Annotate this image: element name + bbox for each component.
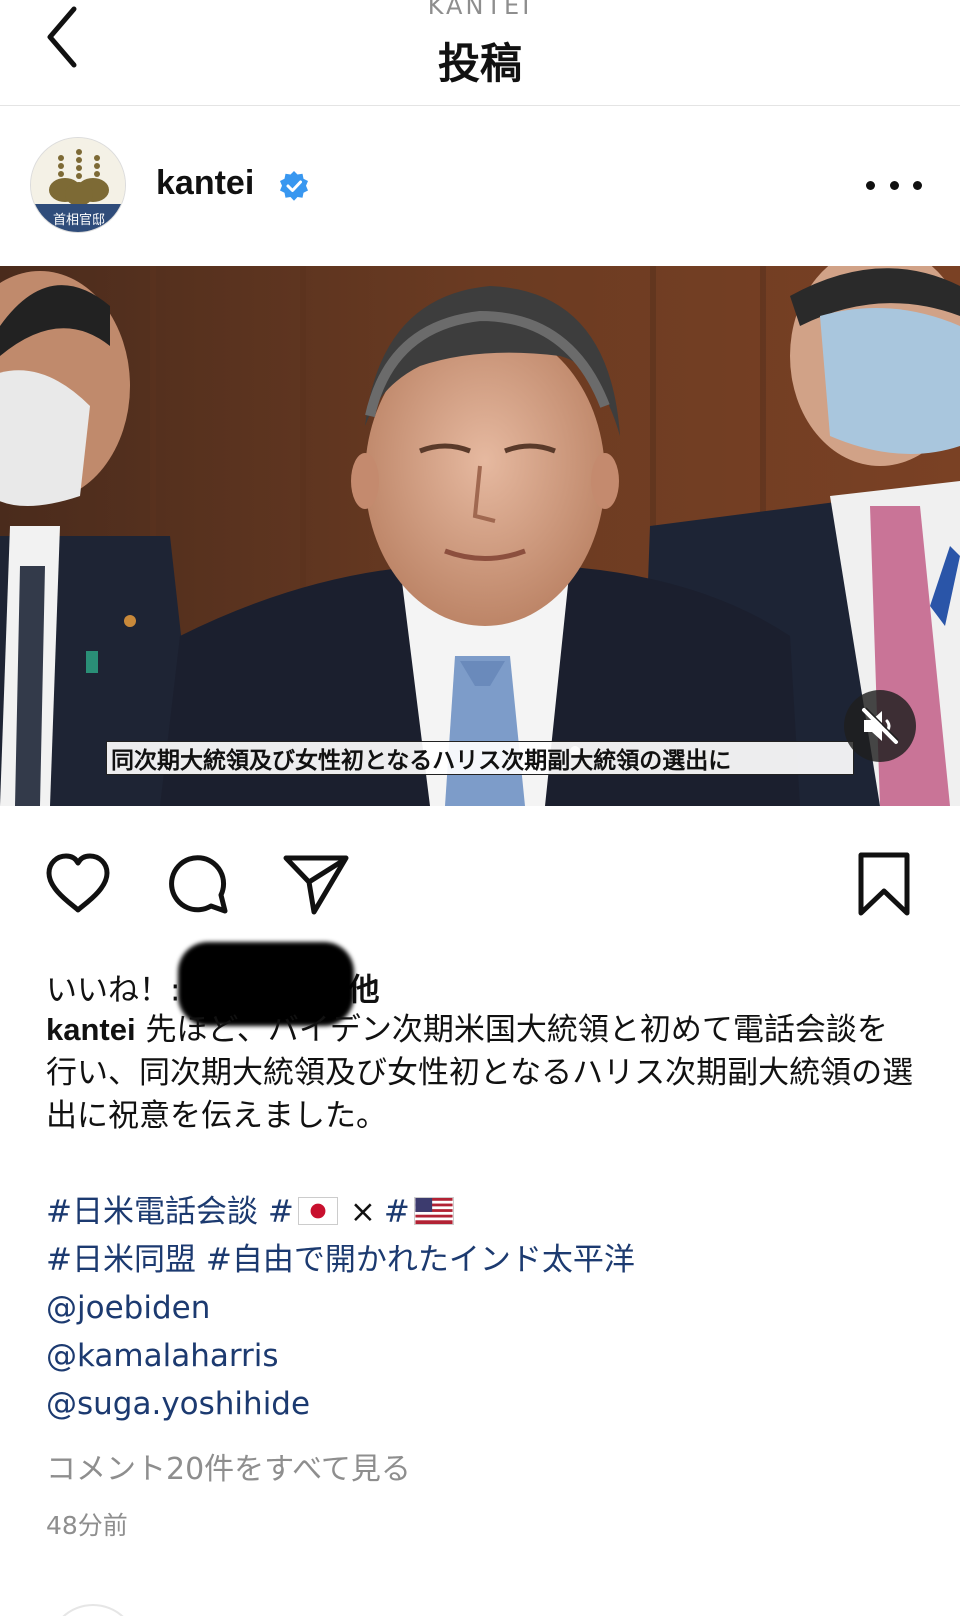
- post-timestamp: 48分前: [46, 1511, 128, 1540]
- hashtag-link[interactable]: #日米電話会談: [46, 1194, 258, 1230]
- post-video[interactable]: [0, 266, 960, 806]
- kantei-emblem-icon: 首相官邸: [31, 138, 125, 232]
- more-horizontal-icon: [866, 180, 875, 190]
- paper-plane-icon: [283, 855, 349, 915]
- post-header: 首相官邸 kantei: [0, 106, 960, 266]
- comment-bubble-icon: [169, 855, 228, 914]
- save-button[interactable]: [846, 846, 922, 922]
- post-caption: kantei 先ほど、バイデン次期米国大統領と初めて電話会談を行い、同次期大統領…: [46, 1008, 916, 1138]
- action-bar: [0, 836, 960, 936]
- hashtag-link[interactable]: #: [384, 1194, 458, 1230]
- mention-link[interactable]: @suga.yoshihide: [46, 1380, 916, 1428]
- japan-flag-icon: [297, 1196, 338, 1225]
- caption-username[interactable]: kantei: [46, 1012, 136, 1047]
- header-subtitle: KANTEI: [427, 0, 533, 20]
- hashtags-block: #日米電話会談 # × # #日米同盟 #自由で開かれたインド太平洋 @joebid…: [46, 1188, 916, 1428]
- video-frame: [0, 266, 960, 806]
- mention-link[interactable]: @kamalaharris: [46, 1332, 916, 1380]
- us-flag-icon: [413, 1196, 454, 1225]
- hashtag-line-1: #日米電話会談 # × #: [46, 1188, 916, 1236]
- hashtag-link[interactable]: #自由で開かれたインド太平洋: [206, 1242, 635, 1278]
- caption-text: 先ほど、バイデン次期米国大統領と初めて電話会談を行い、同次期大統領及び女性初とな…: [46, 1012, 914, 1134]
- likes-summary[interactable]: いいね！: 他: [46, 942, 379, 1026]
- view-all-comments-link[interactable]: コメント20件をすべて見る: [46, 1444, 411, 1488]
- svg-text:首相官邸: 首相官邸: [53, 212, 105, 228]
- avatar[interactable]: 首相官邸: [30, 137, 126, 233]
- mention-link[interactable]: @joebiden: [46, 1284, 916, 1332]
- like-button[interactable]: [40, 846, 116, 922]
- hashtag-line-2: #日米同盟 #自由で開かれたインド太平洋: [46, 1236, 916, 1284]
- post-username[interactable]: kantei: [156, 164, 254, 203]
- hashtag-link[interactable]: #日米同盟: [46, 1242, 196, 1278]
- mute-button[interactable]: [844, 690, 916, 762]
- times-symbol: ×: [349, 1194, 376, 1230]
- comment-button[interactable]: [160, 846, 236, 922]
- heart-icon: [46, 853, 110, 913]
- verified-badge-icon: [280, 171, 308, 201]
- volume-muted-icon: [862, 707, 899, 744]
- video-subtitle: 同次期大統領及び女性初となるハリス次期副大統領の選出に: [106, 741, 854, 775]
- bookmark-icon: [858, 852, 910, 916]
- share-button[interactable]: [278, 846, 354, 922]
- next-post-avatar[interactable]: [48, 1604, 138, 1616]
- page-title: 投稿: [437, 39, 522, 88]
- likes-prefix: いいね！:: [46, 972, 181, 1009]
- hashtag-link[interactable]: #: [268, 1194, 342, 1230]
- nav-header: KANTEI 投稿: [0, 0, 960, 106]
- more-options-button[interactable]: [866, 168, 922, 202]
